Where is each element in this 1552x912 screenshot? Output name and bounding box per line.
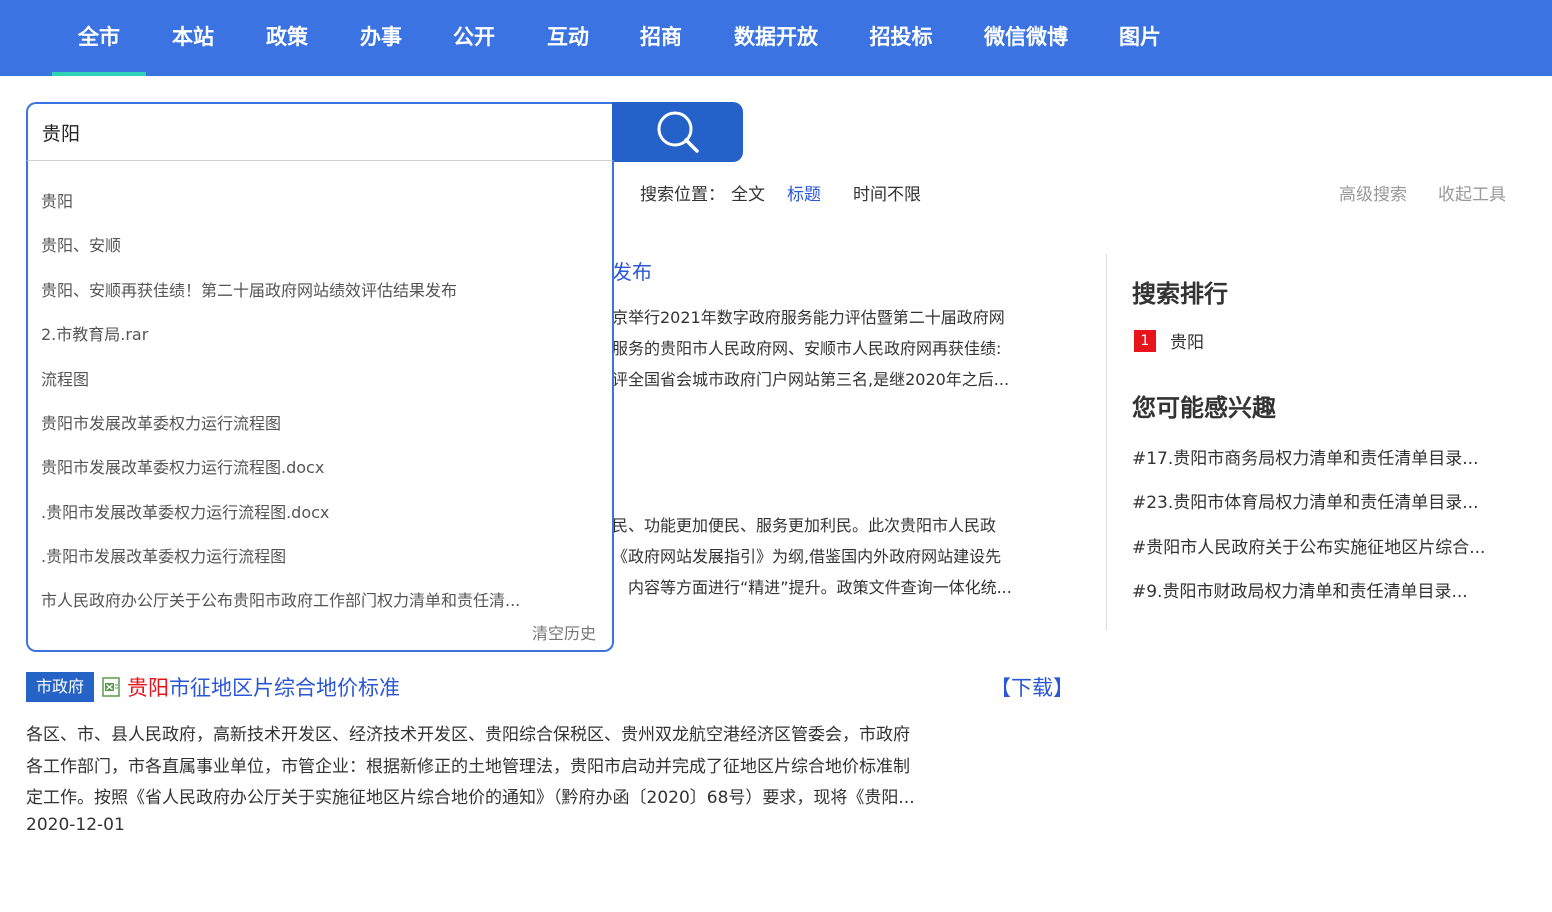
suggestion-item[interactable]: 贵阳市发展改革委权力运行流程图.docx	[41, 454, 597, 478]
tab-interaction[interactable]: 互动	[527, 0, 609, 76]
tab-services[interactable]: 办事	[340, 0, 422, 76]
tab-bidding[interactable]: 招投标	[856, 0, 946, 76]
result-snippet-line: 各工作部门，市各直属事业单位，市管企业：根据新修正的土地管理法，贵阳市启动并完成…	[26, 757, 910, 777]
sidebar-divider	[1106, 254, 1107, 630]
interest-item[interactable]: #17.贵阳市商务局权力清单和责任清单目录...	[1132, 444, 1496, 469]
interest-heading: 您可能感兴趣	[1132, 394, 1276, 422]
suggestion-item[interactable]: 2.市教育局.rar	[41, 321, 597, 345]
filter-fulltext[interactable]: 全文	[731, 180, 765, 205]
download-link[interactable]: 【下载】	[990, 672, 1074, 702]
result-snippet-line: 服务的贵阳市人民政府网、安顺市人民政府网再获佳绩:	[612, 339, 1002, 358]
search-position-label: 搜索位置：	[640, 185, 725, 205]
tab-all-city[interactable]: 全市	[52, 0, 146, 76]
tab-investment[interactable]: 招商	[620, 0, 702, 76]
rank-badge: 1	[1134, 330, 1156, 352]
result-snippet-line: 各区、市、县人民政府，高新技术开发区、经济技术开发区、贵阳综合保税区、贵州双龙航…	[26, 725, 910, 745]
suggestion-item[interactable]: 流程图	[41, 366, 597, 390]
interest-item[interactable]: #9.贵阳市财政局权力清单和责任清单目录...	[1132, 577, 1488, 602]
suggestion-item[interactable]: 贵阳市发展改革委权力运行流程图	[41, 410, 597, 434]
result-date: 2020-12-01	[26, 815, 125, 835]
suggestion-item[interactable]: .贵阳市发展改革委权力运行流程图	[41, 543, 597, 567]
search-button[interactable]	[612, 102, 743, 162]
result-snippet-line: 民、功能更加便民、服务更加利民。此次贵阳市人民政	[612, 516, 997, 535]
advanced-search-link[interactable]: 高级搜索	[1339, 180, 1407, 205]
tab-images[interactable]: 图片	[1104, 0, 1176, 76]
tab-open-data[interactable]: 数据开放	[722, 0, 830, 76]
result-title[interactable]: 贵阳市征地区片综合地价标准	[127, 672, 400, 702]
search-input[interactable]	[26, 102, 614, 162]
tab-this-site[interactable]: 本站	[152, 0, 234, 76]
tab-policy[interactable]: 政策	[246, 0, 328, 76]
suggestion-item[interactable]: 市人民政府办公厅关于公布贵阳市政府工作部门权力清单和责任清...	[41, 587, 597, 611]
tab-wechat-weibo[interactable]: 微信微博	[972, 0, 1080, 76]
interest-item[interactable]: #贵阳市人民政府关于公布实施征地区片综合...	[1132, 533, 1508, 558]
suggestion-item[interactable]: 贵阳、安顺再获佳绩！第二十届政府网站绩效评估结果发布	[41, 277, 597, 301]
filter-title[interactable]: 标题	[787, 180, 821, 205]
top-nav: 全市 本站 政策 办事 公开 互动 招商 数据开放 招投标 微信微博 图片	[0, 0, 1552, 76]
suggestion-item[interactable]: .贵阳市发展改革委权力运行流程图.docx	[41, 499, 597, 523]
search-bar	[26, 102, 744, 162]
result-title-fragment[interactable]: 发布	[612, 256, 652, 285]
excel-file-icon	[102, 677, 120, 697]
ranking-item[interactable]: 贵阳	[1170, 328, 1204, 353]
filter-time[interactable]: 时间不限	[853, 180, 921, 205]
suggestion-item[interactable]: 贵阳	[41, 188, 597, 212]
result-snippet-line: 《政府网站发展指引》为纲,借鉴国内外政府网站建设先	[612, 547, 1002, 566]
search-icon	[657, 111, 699, 153]
tab-disclosure[interactable]: 公开	[433, 0, 515, 76]
result-title-text: 市征地区片综合地价标准	[169, 676, 400, 700]
search-suggestion-dropdown: 贵阳 贵阳、安顺 贵阳、安顺再获佳绩！第二十届政府网站绩效评估结果发布 2.市教…	[26, 160, 614, 652]
interest-item[interactable]: #23.贵阳市体育局权力清单和责任清单目录...	[1132, 488, 1496, 513]
result-snippet-line: 京举行2021年数字政府服务能力评估暨第二十届政府网	[612, 308, 1005, 327]
source-tag: 市政府	[26, 672, 94, 702]
collapse-tools-link[interactable]: 收起工具	[1438, 180, 1506, 205]
suggestion-item[interactable]: 贵阳、安顺	[41, 232, 597, 256]
result-snippet-line: 定工作。按照《省人民政府办公厅关于实施征地区片综合地价的通知》（黔府办函〔202…	[26, 788, 915, 808]
result-snippet-line: 评全国省会城市政府门户网站第三名,是继2020年之后...	[612, 370, 1010, 389]
result-snippet-line: 内容等方面进行“精进”提升。政策文件查询一体化统...	[628, 578, 1012, 597]
result-title-highlight: 贵阳	[127, 676, 169, 700]
search-ranking-heading: 搜索排行	[1132, 280, 1228, 308]
clear-history-button[interactable]: 清空历史	[532, 620, 596, 644]
